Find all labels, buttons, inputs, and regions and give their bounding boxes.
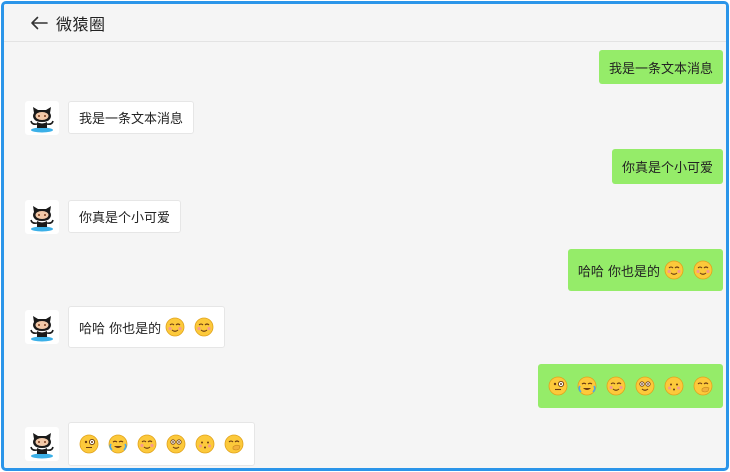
message-bubble[interactable]: 我是一条文本消息 xyxy=(68,101,195,134)
chat-window: 微猿圈 我是一条文本消息 我是一条文本消息 你真是个小可爱 你真是个小可爱 哈哈 你也是… xyxy=(1,1,729,471)
message-text: 你真是个小可爱 xyxy=(79,211,171,226)
page-title: 微猿圈 xyxy=(56,14,106,34)
message-bubble[interactable]: 哈哈 你也是的 xyxy=(567,249,723,291)
message-text: 哈哈 你也是的 xyxy=(577,264,660,280)
blushing-face-icon xyxy=(194,317,214,337)
blushing-face-icon xyxy=(664,260,684,280)
incoming-message: 你真是个小可爱 xyxy=(4,200,726,234)
message-bubble[interactable] xyxy=(538,364,723,408)
incoming-message: 哈哈 你也是的 xyxy=(4,306,726,348)
message-text: 我是一条文本消息 xyxy=(79,112,184,127)
blushing-face-icon xyxy=(137,434,157,454)
outgoing-message xyxy=(4,364,726,408)
incoming-message: 我是一条文本消息 xyxy=(4,101,726,135)
message-text: 你真是个小可爱 xyxy=(621,161,713,176)
avatar[interactable] xyxy=(25,310,59,344)
monocle-face-icon xyxy=(79,434,99,454)
hand-over-mouth-face-icon xyxy=(224,434,244,454)
smiling-face-icon xyxy=(664,376,684,396)
crying-face-icon xyxy=(108,434,128,454)
message-bubble[interactable]: 你真是个小可爱 xyxy=(68,200,182,233)
octocat-avatar-icon xyxy=(30,206,54,232)
message-bubble[interactable]: 你真是个小可爱 xyxy=(611,149,723,184)
message-text: 我是一条文本消息 xyxy=(608,61,713,77)
outgoing-message: 我是一条文本消息 xyxy=(4,50,726,84)
smiling-face-icon xyxy=(195,434,215,454)
crying-face-icon xyxy=(577,376,597,396)
back-button[interactable] xyxy=(28,12,50,34)
outgoing-message: 你真是个小可爱 xyxy=(4,149,726,184)
incoming-message xyxy=(4,422,726,466)
blushing-face-icon xyxy=(606,376,626,396)
hand-over-mouth-face-icon xyxy=(693,376,713,396)
message-text: 哈哈 你也是的 xyxy=(79,321,162,337)
message-bubble[interactable]: 我是一条文本消息 xyxy=(598,50,723,84)
message-bubble[interactable] xyxy=(68,422,255,466)
arrow-left-icon xyxy=(31,16,48,29)
avatar[interactable] xyxy=(25,200,59,234)
blushing-face-icon xyxy=(165,317,185,337)
octocat-avatar-icon xyxy=(30,107,54,133)
octocat-avatar-icon xyxy=(30,316,54,342)
monocle-face-icon xyxy=(548,376,568,396)
blushing-face-icon xyxy=(693,260,713,280)
message-bubble[interactable]: 哈哈 你也是的 xyxy=(68,306,226,348)
avatar[interactable] xyxy=(25,427,59,461)
star-struck-face-icon xyxy=(635,376,655,396)
outgoing-message: 哈哈 你也是的 xyxy=(4,249,726,291)
octocat-avatar-icon xyxy=(30,433,54,459)
chat-header: 微猿圈 xyxy=(4,4,726,42)
avatar[interactable] xyxy=(25,101,59,135)
star-struck-face-icon xyxy=(166,434,186,454)
